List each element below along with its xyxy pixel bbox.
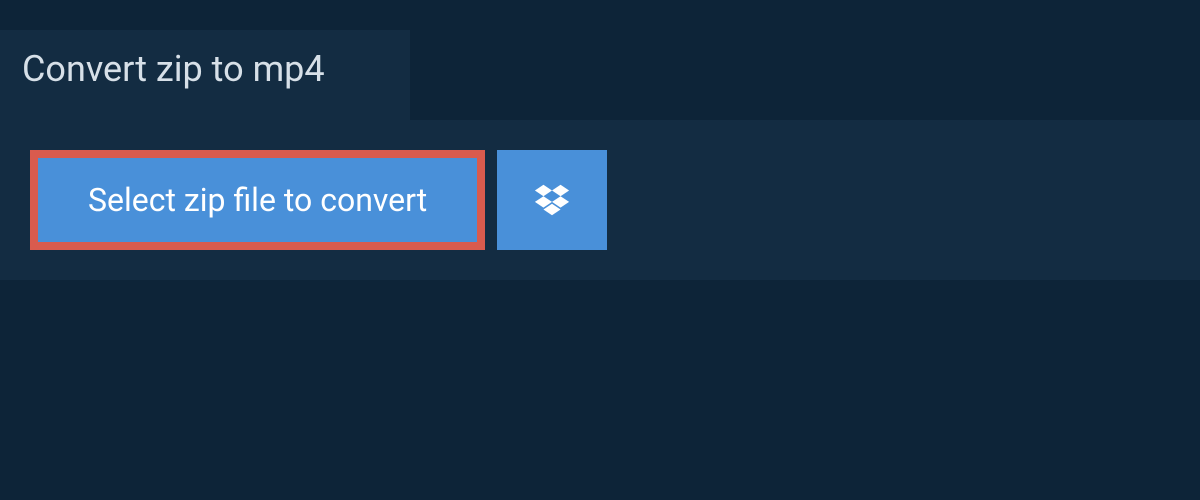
action-panel: Select zip file to convert	[0, 120, 1200, 280]
top-spacer	[0, 0, 1200, 30]
page-title: Convert zip to mp4	[22, 48, 388, 90]
header-bar: Convert zip to mp4	[0, 30, 410, 120]
select-file-button[interactable]: Select zip file to convert	[30, 150, 485, 250]
dropbox-button[interactable]	[497, 150, 607, 250]
select-file-label: Select zip file to convert	[88, 184, 427, 216]
dropbox-icon	[533, 181, 571, 219]
